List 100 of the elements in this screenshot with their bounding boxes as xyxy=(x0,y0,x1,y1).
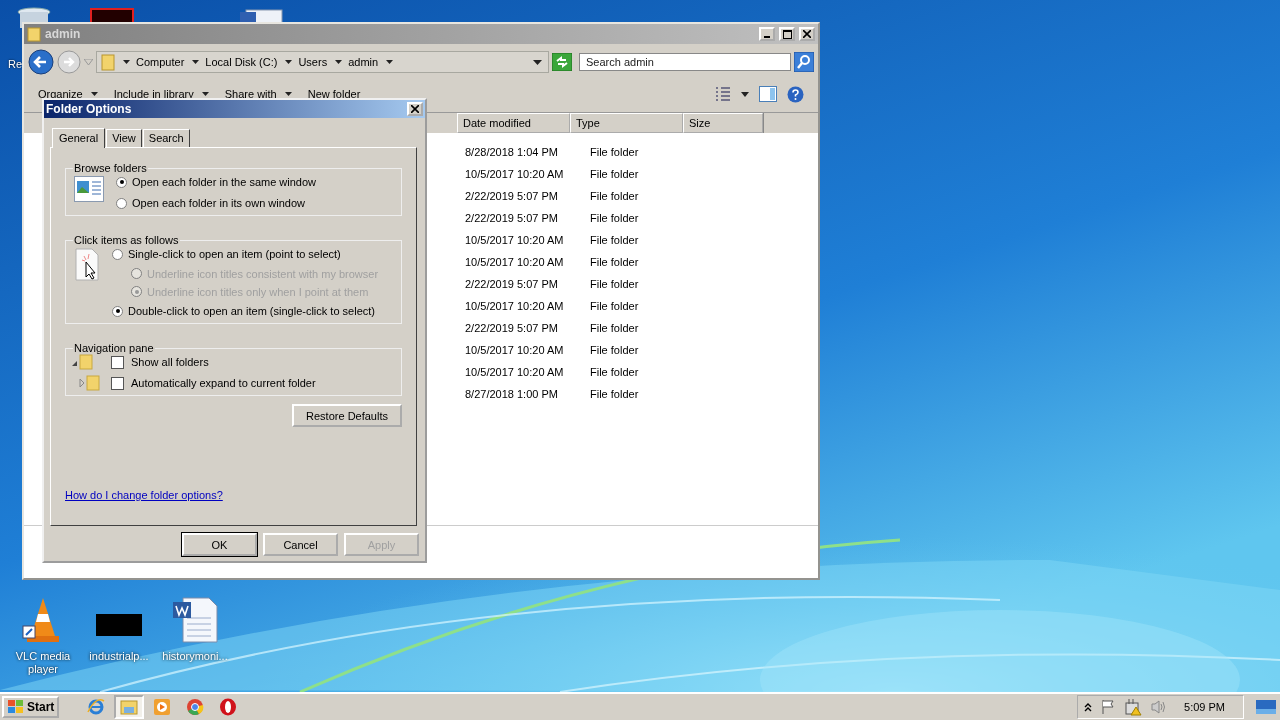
option-label: Open each folder in the same window xyxy=(132,176,317,188)
caret-icon[interactable] xyxy=(741,91,749,97)
view-options-icon[interactable] xyxy=(715,87,731,101)
dialog-button[interactable]: OK xyxy=(182,533,257,556)
checkbox[interactable] xyxy=(111,355,124,369)
chrome-icon xyxy=(186,698,205,716)
option-label: Show all folders xyxy=(131,356,209,368)
column-header[interactable]: Type xyxy=(570,113,683,133)
group-title: Browse folders xyxy=(73,162,148,174)
address-bar[interactable]: Computer Local Disk (C:) Users admin xyxy=(96,51,549,73)
table-cell-text: 2/22/2019 5:07 PM xyxy=(464,278,559,290)
toolbar-button[interactable]: New folder xyxy=(307,88,361,100)
radio-button[interactable] xyxy=(112,248,123,260)
table-cell-text: File folder xyxy=(589,388,640,400)
close-icon xyxy=(803,30,811,38)
toolbar-button[interactable]: Share with xyxy=(224,88,292,100)
windows-logo xyxy=(7,699,25,715)
radio-button[interactable] xyxy=(112,305,123,317)
word-document-icon[interactable] xyxy=(171,596,219,644)
table-cell-text: 10/5/2017 10:20 AM xyxy=(464,300,565,312)
table-cell-text: 10/5/2017 10:20 AM xyxy=(464,256,565,268)
close-button[interactable] xyxy=(799,27,815,41)
help-icon[interactable] xyxy=(787,85,804,103)
tab[interactable]: View xyxy=(106,129,142,147)
restore-defaults-button[interactable]: Restore Defaults xyxy=(292,404,402,427)
maximize-button[interactable] xyxy=(779,27,795,41)
folder-icon xyxy=(27,26,41,42)
table-cell-text: 2/22/2019 5:07 PM xyxy=(464,322,559,334)
table-cell-text: 8/27/2018 1:00 PM xyxy=(464,388,559,400)
group-title: Navigation pane xyxy=(73,342,155,354)
radio-button[interactable] xyxy=(116,197,127,209)
caret-icon[interactable] xyxy=(192,60,200,64)
option-label: Open each folder in its own window xyxy=(132,197,306,209)
column-header[interactable]: Size xyxy=(683,113,763,133)
table-cell-text: 8/28/2018 1:04 PM xyxy=(464,146,559,158)
table-cell-text: File folder xyxy=(589,278,640,290)
option-label: Automatically expand to current folder xyxy=(131,377,316,389)
caret-icon xyxy=(90,92,98,96)
window-icon xyxy=(74,176,104,202)
dialog-title: Folder Options xyxy=(46,102,132,116)
dialog-button[interactable]: Cancel xyxy=(263,533,338,556)
table-cell-text: 10/5/2017 10:20 AM xyxy=(464,366,565,378)
caret-icon[interactable] xyxy=(335,60,343,64)
table-cell-text: File folder xyxy=(589,256,640,268)
group-title: Click items as follows xyxy=(73,234,180,246)
table-cell-text: 10/5/2017 10:20 AM xyxy=(464,168,565,180)
table-cell-text: File folder xyxy=(589,146,640,158)
caret-icon[interactable] xyxy=(123,60,130,64)
toolbar-button[interactable]: Organize xyxy=(38,88,98,100)
table-cell-text: 2/22/2019 5:07 PM xyxy=(464,212,559,224)
back-button[interactable] xyxy=(28,49,54,75)
help-link[interactable]: How do I change folder options? xyxy=(65,489,223,501)
tab[interactable]: General xyxy=(52,128,106,148)
browser-e-icon xyxy=(87,698,106,716)
chevron-up-icon[interactable] xyxy=(1084,702,1093,712)
window-title: admin xyxy=(45,27,81,41)
table-cell-text: File folder xyxy=(589,190,640,202)
caret-icon[interactable] xyxy=(386,60,394,64)
minimize-button[interactable] xyxy=(759,27,775,41)
caret-icon[interactable] xyxy=(285,60,293,64)
icon-label: industrialp... xyxy=(89,650,149,663)
maximize-icon xyxy=(782,29,792,39)
breadcrumb-item[interactable]: Users xyxy=(298,56,328,68)
radio-button[interactable] xyxy=(116,176,127,188)
caret-icon[interactable] xyxy=(533,59,542,65)
preview-pane-icon[interactable] xyxy=(759,86,777,102)
network-warning-icon[interactable] xyxy=(1124,698,1143,716)
folder-icon xyxy=(101,53,115,71)
breadcrumb-item[interactable]: admin xyxy=(348,56,379,68)
play-icon xyxy=(153,698,172,716)
search-icon[interactable] xyxy=(794,52,814,72)
table-cell-text: 10/5/2017 10:20 AM xyxy=(464,344,565,356)
close-button[interactable] xyxy=(407,102,423,116)
table-cell-text: 2/22/2019 5:07 PM xyxy=(464,190,559,202)
checkbox[interactable] xyxy=(111,376,124,390)
table-cell-text: File folder xyxy=(589,212,640,224)
table-cell-text: File folder xyxy=(589,168,640,180)
breadcrumb-item[interactable]: Local Disk (C:) xyxy=(205,56,278,68)
start-button[interactable]: Start xyxy=(2,696,60,718)
table-cell-text: 10/5/2017 10:20 AM xyxy=(464,234,565,246)
breadcrumb-item[interactable]: Computer xyxy=(136,56,185,68)
close-icon xyxy=(411,105,419,113)
caret-icon xyxy=(284,92,292,96)
icon-label: historymoni... xyxy=(162,650,228,663)
search-field[interactable]: Search admin xyxy=(579,53,791,71)
flag-icon[interactable] xyxy=(1100,699,1117,715)
clock: 5:09 PM xyxy=(1184,701,1225,713)
folder-icon xyxy=(120,699,139,715)
table-cell-text: File folder xyxy=(589,322,640,334)
tab[interactable]: Search xyxy=(142,129,190,147)
table-cell-text: File folder xyxy=(589,300,640,312)
cursor-click-icon xyxy=(74,248,100,282)
option-label: Double-click to open an item (single-click to select) xyxy=(128,305,375,317)
column-header[interactable]: Date modified xyxy=(457,113,570,133)
toolbar-button[interactable]: Include in library xyxy=(113,88,209,100)
refresh-icon[interactable] xyxy=(552,53,572,71)
icon-label: Re xyxy=(8,58,23,70)
table-cell-text: File folder xyxy=(589,234,640,246)
opera-icon xyxy=(219,698,238,716)
caret-icon xyxy=(201,92,209,96)
